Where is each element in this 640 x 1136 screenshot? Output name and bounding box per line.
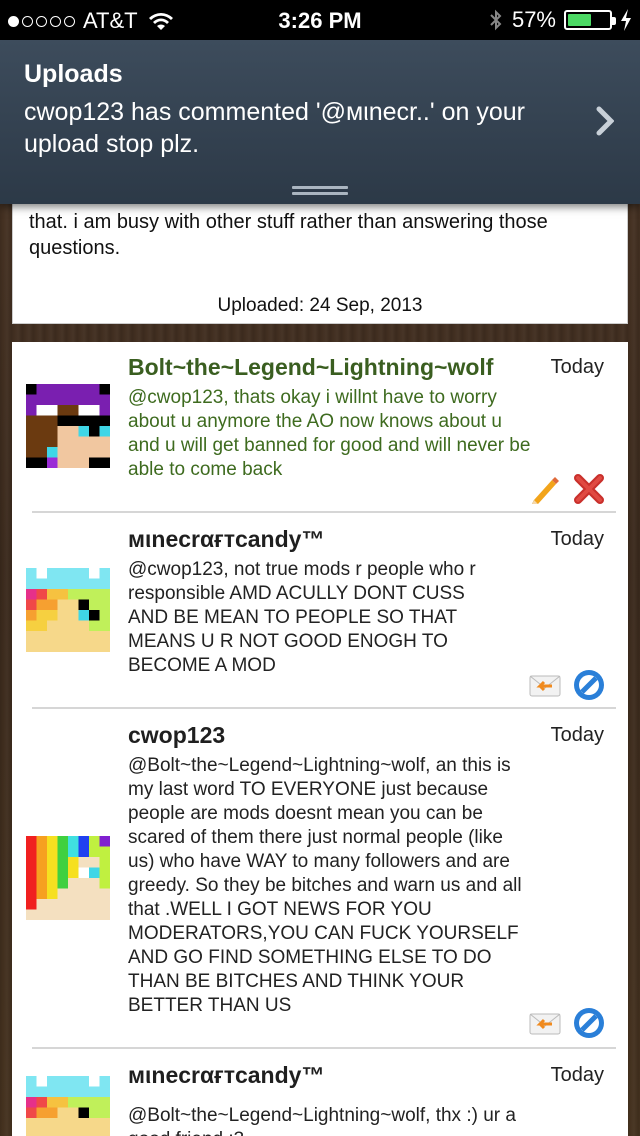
bluetooth-icon (490, 9, 502, 31)
comment-author[interactable]: Bolt~the~Legend~Lightning~wolf (128, 354, 493, 381)
comment-time: Today (550, 528, 604, 550)
comment-text: @cwop123, thats okay i willnt have to wo… (128, 387, 531, 480)
comment-time: Today (550, 724, 604, 746)
envelope-reply-icon[interactable] (528, 668, 562, 702)
user-avatar[interactable] (26, 568, 110, 652)
comment-item: мιnecrαғтcandy™ Today @cwop123, not true… (12, 514, 628, 708)
comment-text: @Bolt~the~Legend~Lightning~wolf, an this… (128, 755, 522, 1016)
upload-description-card: that. i am busy with other stuff rather … (12, 196, 628, 324)
battery-percent: 57% (511, 7, 556, 32)
notification-message: cwop123 has commented '@мιnecr..' on you… (24, 98, 525, 158)
comment-author[interactable]: cwop123 (128, 722, 225, 749)
comment-author[interactable]: мιnecrαғтcandy™ (128, 526, 324, 553)
comment-author[interactable]: мιnecrαғтcandy™ (128, 1062, 324, 1089)
comment-separator (32, 1047, 616, 1049)
comment-time: Today (550, 356, 604, 378)
charging-bolt-icon (621, 9, 631, 31)
comment-separator (32, 511, 616, 513)
banner-grabber-handle[interactable] (292, 186, 348, 198)
comment-item: cwop123 Today @Bolt~the~Legend~Lightning… (12, 710, 628, 1048)
user-avatar[interactable] (26, 1076, 110, 1136)
notification-banner[interactable]: Uploads cwop123 has commented '@мιnecr..… (0, 40, 640, 204)
user-avatar[interactable] (26, 384, 110, 468)
comment-text: @cwop123, not true mods r people who r r… (128, 559, 476, 676)
user-avatar[interactable] (26, 836, 110, 920)
battery-icon (564, 10, 616, 30)
pencil-icon[interactable] (528, 472, 562, 506)
battery-fill (568, 14, 591, 26)
comment-item: Bolt~the~Legend~Lightning~wolf Today @cw… (12, 342, 628, 512)
upload-date: Uploaded: 24 Sep, 2013 (217, 295, 423, 316)
comments-list: Bolt~the~Legend~Lightning~wolf Today @cw… (12, 342, 628, 1136)
delete-x-icon[interactable] (572, 472, 606, 506)
comment-separator (32, 707, 616, 709)
block-icon[interactable] (572, 1006, 606, 1040)
upload-description: that. i am busy with other stuff rather … (29, 211, 548, 259)
chevron-right-icon[interactable] (596, 106, 614, 136)
status-bar: AT&T 3:26 PM 57% (0, 0, 640, 40)
comment-item: мιnecrαғтcandy™ Today @Bolt~the~Legend~L… (12, 1050, 628, 1136)
block-icon[interactable] (572, 668, 606, 702)
notification-title: Uploads (24, 60, 123, 88)
comment-time: Today (550, 1064, 604, 1086)
comment-text: @Bolt~the~Legend~Lightning~wolf, thx :) … (128, 1105, 516, 1136)
envelope-reply-icon[interactable] (528, 1006, 562, 1040)
